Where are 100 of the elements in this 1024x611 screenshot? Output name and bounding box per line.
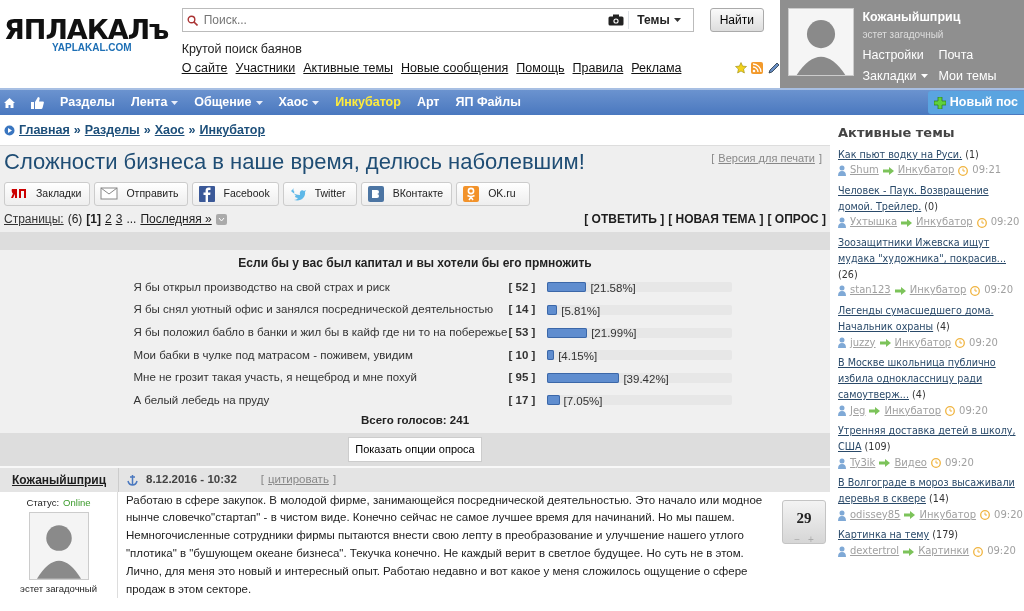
page-link[interactable]: [1] [86,210,101,229]
search-button[interactable]: Найти [709,8,764,32]
breadcrumb-link[interactable]: Инкубатор [199,120,266,140]
topic-action-link[interactable]: [ ОПРОС ] [767,210,826,229]
breadcrumb-separator: » [143,121,151,139]
header-link[interactable]: Реклама [631,58,682,78]
user-icon [838,337,846,349]
breadcrumb-link[interactable]: Главная [19,120,70,140]
vote-percent: [4.15%] [558,348,598,364]
post-author-link[interactable]: Кожаныйшприц [12,470,106,489]
header-link[interactable]: О сайте [181,58,228,78]
poll-option: Я бы снял уютный офис и занялся посреднической деятельностью [133,298,509,322]
caret-icon [673,18,681,22]
active-topic-link[interactable]: Картинка на тему (179) [838,527,1024,544]
vote-percent: [21.99%] [591,326,637,342]
active-topic-link[interactable]: В Волгограде в мороз высаживали деревья в сквере (14) [838,475,1024,507]
topic-time: 09:20 [944,455,974,470]
topic-action-link[interactable]: [ ОТВЕТИТЬ ] [584,210,665,229]
mail-icon [100,186,119,203]
bracket: [ [711,151,715,166]
nav-item[interactable]: Хаос [278,93,320,112]
camera-icon [608,14,625,26]
topic-time: 09:20 [987,544,1016,559]
clock-icon [955,337,966,348]
page-link[interactable]: 3 [115,210,123,229]
vote-count: [ 52 ] [508,279,537,295]
header-link[interactable]: Помощь [516,58,565,78]
anchor-icon [127,473,138,486]
user-title: эстет загадочный [20,581,97,596]
user-icon [838,165,846,177]
vote-percent: [7.05%] [563,394,603,410]
topic-time: 09:20 [990,215,1020,230]
topic-time: 09:20 [969,335,998,350]
topic-time: 09:20 [984,283,1014,298]
user-icon [838,405,846,417]
active-topic-link[interactable]: Легенды сумасшедшего дома. Начальник охраны (4) [838,302,1024,335]
breadcrumb-link[interactable]: Разделы [84,120,140,140]
page-link[interactable]: 2 [105,210,112,229]
bracket: [ [260,471,264,487]
page-jump-icon [215,213,227,225]
clock-icon [980,510,991,521]
vk-icon [366,186,385,203]
last-page-link[interactable]: Последняя » [140,210,212,229]
poll-option: Я бы положил бабло в банки и жил бы в кайф где ни то на побережье [133,321,509,344]
sidebar-title: Активные темы [838,124,956,142]
search-icon [186,14,198,26]
arrow-right-icon [882,166,894,175]
arrow-right-icon [904,511,916,520]
page-count: (6) [67,211,83,229]
active-topic-link[interactable]: Как пьют водку на Руси. (1) [838,146,1024,163]
arrow-right-icon [894,286,906,295]
header-link[interactable]: Участники [235,58,296,78]
avatar-icon [28,511,89,580]
show-poll-options-button[interactable]: Показать опции опроса [348,437,482,462]
header-link[interactable]: Активные темы [303,58,393,78]
share-button[interactable]: Facebook [191,182,279,207]
search-field[interactable]: Поиск... Темы [181,8,694,32]
ellipsis: ... [126,211,137,229]
topic-action-link[interactable]: [ НОВАЯ ТЕМА ] [668,210,764,229]
ok-icon [462,186,481,203]
header-link[interactable]: Правила [572,58,624,78]
pages-label[interactable]: Страницы: [4,210,64,229]
arrow-right-icon [869,406,881,415]
clock-icon [930,458,941,468]
logo-subtitle: YAPLAKAL.COM [52,43,133,53]
bracket: ] [332,471,337,487]
nav-item[interactable]: Лента [131,93,179,112]
active-topic-link[interactable]: Зоозащитники Ижевска ищут мудака "художника", покрасив... (26) [838,235,1024,283]
share-button[interactable]: Отправить [94,182,188,207]
vote-count: [ 10 ] [508,347,537,363]
share-button[interactable]: Twitter [282,182,357,207]
arrow-right-icon [901,218,913,227]
rss-icon [751,62,764,75]
user-icon [838,509,846,521]
nav-item[interactable]: Арт [416,93,440,112]
active-topic-link[interactable]: Человек - Паук. Возвращение домой. Трейлер. (0) [838,182,1024,215]
clock-icon [973,546,984,557]
poll-option: Я бы открыл производство на свой страх и риск [133,276,509,299]
nav-item[interactable]: Общение [194,93,263,112]
poll-option: А белый лебедь на пруду [133,389,509,412]
user-icon [838,457,846,469]
share-button[interactable]: ВКонтакте [360,182,453,207]
logo[interactable]: ЯПЛАКАЛъ [4,16,182,43]
vote-percent: [21.58%] [590,281,636,297]
active-topic-link[interactable]: Утренняя доставка детей в школу, США (109) [838,423,1024,455]
nav-item[interactable]: ЯП Файлы [455,93,521,112]
vote-count: [ 17 ] [508,392,537,408]
star-icon [735,62,748,75]
clock-icon [945,405,955,416]
status-label: Статус: [26,495,60,510]
nav-item[interactable]: Разделы [60,93,115,112]
scope-dropdown[interactable]: Темы [628,11,689,29]
share-button[interactable]: Закладки [4,182,91,207]
breadcrumb-link[interactable]: Хаос [154,120,185,140]
share-button[interactable]: OK.ru [456,182,531,207]
vote-percent: [39.42%] [623,371,669,387]
header-link[interactable]: Новые сообщения [401,58,509,78]
pencil-icon [767,61,781,75]
breadcrumb-separator: » [73,121,81,139]
active-topic-link[interactable]: В Москве школьница публично избила одноклассницу ради самоутверж... (4) [838,355,1024,403]
